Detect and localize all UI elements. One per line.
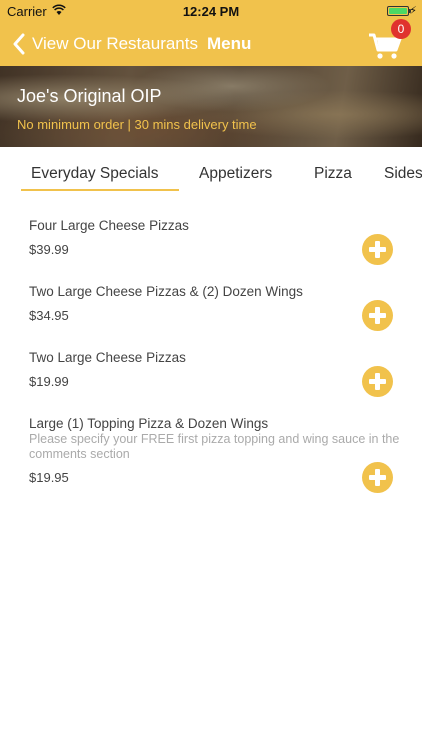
charging-icon: ⚡ (409, 5, 417, 17)
add-item-button[interactable] (362, 366, 393, 397)
menu-item-name: Large (1) Topping Pizza & Dozen Wings (29, 416, 269, 431)
back-button-label: View Our Restaurants (32, 34, 198, 53)
restaurant-delivery-info: No minimum order | 30 mins delivery time (17, 117, 257, 132)
add-item-button[interactable] (362, 462, 393, 493)
menu-item-price: $19.95 (29, 470, 69, 485)
navigation-bar: View Our Restaurants Menu (0, 22, 422, 66)
app-header: Carrier 12:24 PM ⚡ View Our Restaurants … (0, 0, 422, 66)
add-item-button[interactable] (362, 234, 393, 265)
clock: 12:24 PM (182, 4, 240, 19)
tab-sides[interactable]: Sides (384, 165, 422, 183)
cart-count-badge: 0 (391, 19, 411, 39)
chevron-left-icon (13, 33, 25, 55)
battery-icon (387, 6, 411, 16)
menu-item-price: $39.99 (29, 242, 69, 257)
restaurant-banner: Joe's Original OIP No minimum order | 30… (0, 66, 422, 147)
status-bar: Carrier 12:24 PM ⚡ (0, 0, 422, 22)
add-item-button[interactable] (362, 300, 393, 331)
page-title: Menu (207, 34, 252, 53)
back-button[interactable]: View Our Restaurants (12, 30, 198, 58)
menu-item-price: $19.99 (29, 374, 69, 389)
menu-item-name: Two Large Cheese Pizzas & (2) Dozen Wing… (29, 284, 303, 299)
tab-pizza[interactable]: Pizza (314, 165, 352, 183)
tab-everyday-specials[interactable]: Everyday Specials (31, 165, 159, 183)
menu-item-description: Please specify your FREE first pizza top… (29, 432, 400, 461)
active-tab-indicator (21, 189, 179, 191)
menu-item-price: $34.95 (29, 308, 69, 323)
menu-item-name: Two Large Cheese Pizzas (29, 350, 186, 365)
tab-appetizers[interactable]: Appetizers (199, 165, 272, 183)
restaurant-name: Joe's Original OIP (17, 86, 162, 106)
menu-item-name: Four Large Cheese Pizzas (29, 218, 189, 233)
